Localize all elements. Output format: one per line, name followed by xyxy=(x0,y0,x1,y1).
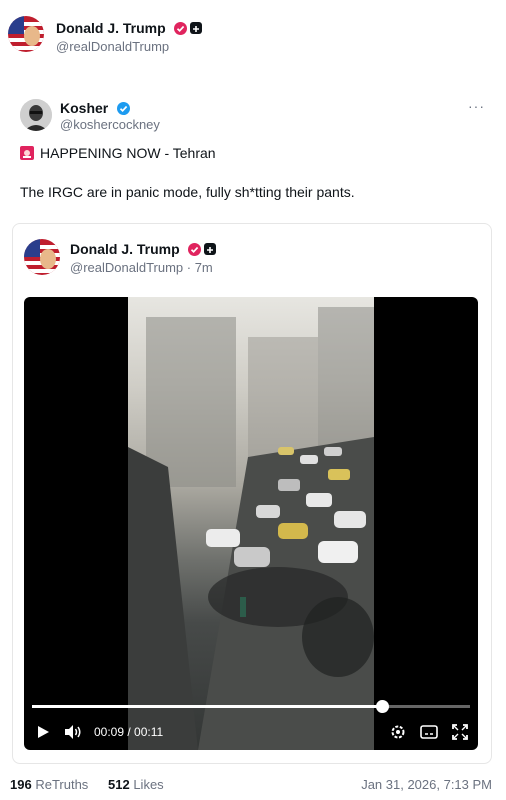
verified-badge-icon xyxy=(174,22,188,35)
headline-text: HAPPENING NOW - Tehran xyxy=(40,145,216,161)
more-options-icon[interactable]: ··· xyxy=(468,98,485,114)
fullscreen-icon[interactable] xyxy=(452,724,468,740)
video-player[interactable]: 00:09 / 00:11 xyxy=(24,297,478,750)
embedded-author-name[interactable]: Donald J. Trump xyxy=(70,241,180,257)
flag-avatar-image xyxy=(8,16,44,52)
person-avatar-image xyxy=(20,99,52,131)
retruths-count: 196 xyxy=(10,777,32,792)
embedded-author-avatar[interactable] xyxy=(24,239,60,275)
video-progress-fill xyxy=(32,705,383,708)
video-progress-thumb[interactable] xyxy=(376,700,390,713)
author-handle[interactable]: @realDonaldTrump xyxy=(56,39,169,54)
volume-icon[interactable] xyxy=(64,724,82,740)
post-timestamp[interactable]: Jan 31, 2026, 7:13 PM xyxy=(361,777,492,792)
embedded-author-handle[interactable]: @realDonaldTrump · 7m xyxy=(70,260,213,275)
play-icon[interactable] xyxy=(36,725,50,739)
post-body: The IRGC are in panic mode, fully sh*tti… xyxy=(20,184,355,200)
captions-icon[interactable] xyxy=(420,725,438,739)
plus-icon xyxy=(204,243,217,255)
verified-badge-icon xyxy=(116,102,130,115)
retruths-label: ReTruths xyxy=(35,777,89,792)
quoted-author-avatar[interactable] xyxy=(20,99,52,131)
likes-count: 512 xyxy=(108,777,130,792)
author-avatar[interactable] xyxy=(8,16,44,52)
flag-avatar-image xyxy=(24,239,60,275)
author-name[interactable]: Donald J. Trump xyxy=(56,20,166,36)
quoted-author-handle[interactable]: @koshercockney xyxy=(60,117,160,132)
street-scene-image xyxy=(128,307,374,750)
likes-label: Likes xyxy=(133,777,164,792)
verified-badge-icon xyxy=(188,243,202,256)
video-frame xyxy=(128,297,374,750)
video-time: 00:09 / 00:11 xyxy=(94,725,164,739)
quoted-author-name[interactable]: Kosher xyxy=(60,100,108,116)
headline-line: HAPPENING NOW - Tehran xyxy=(20,145,216,161)
siren-icon xyxy=(20,146,34,160)
plus-icon xyxy=(190,22,203,34)
retruths-stat[interactable]: 196 ReTruths xyxy=(10,777,88,792)
settings-icon[interactable] xyxy=(390,724,406,740)
likes-stat[interactable]: 512 Likes xyxy=(108,777,164,792)
